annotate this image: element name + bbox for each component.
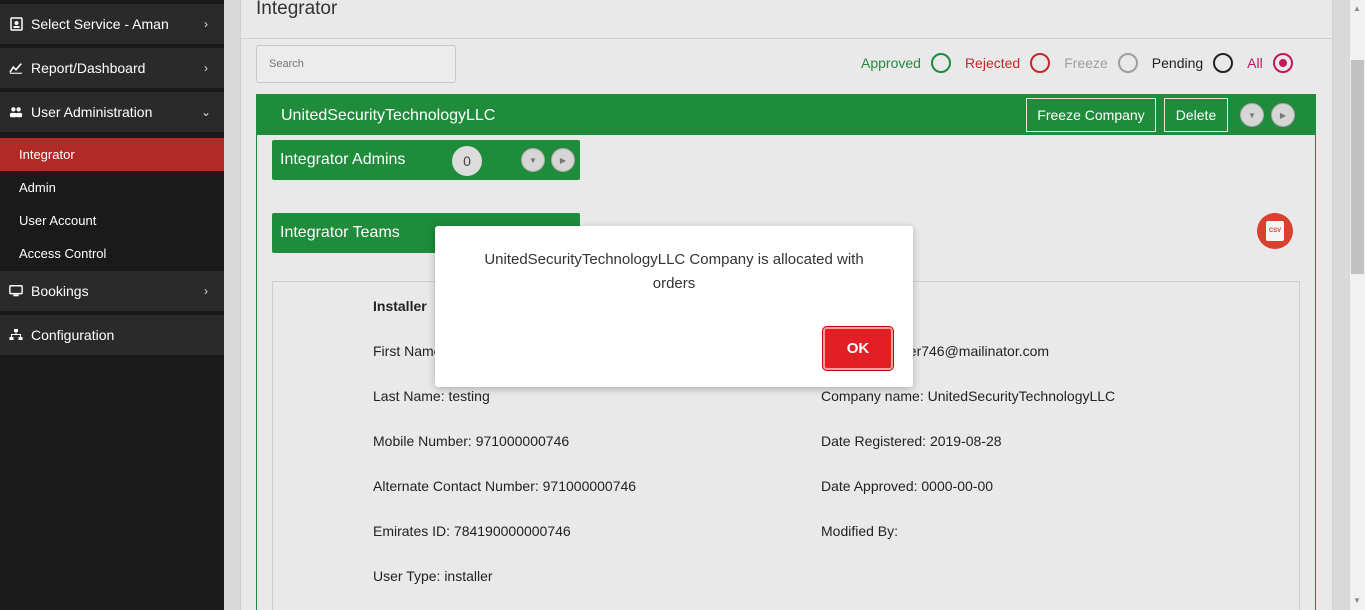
dialog-message: UnitedSecurityTechnologyLLC Company is a… bbox=[484, 251, 864, 292]
modal-overlay: UnitedSecurityTechnologyLLC Company is a… bbox=[0, 0, 1365, 610]
ok-button[interactable]: OK bbox=[823, 327, 893, 370]
alert-dialog: UnitedSecurityTechnologyLLC Company is a… bbox=[435, 226, 913, 387]
